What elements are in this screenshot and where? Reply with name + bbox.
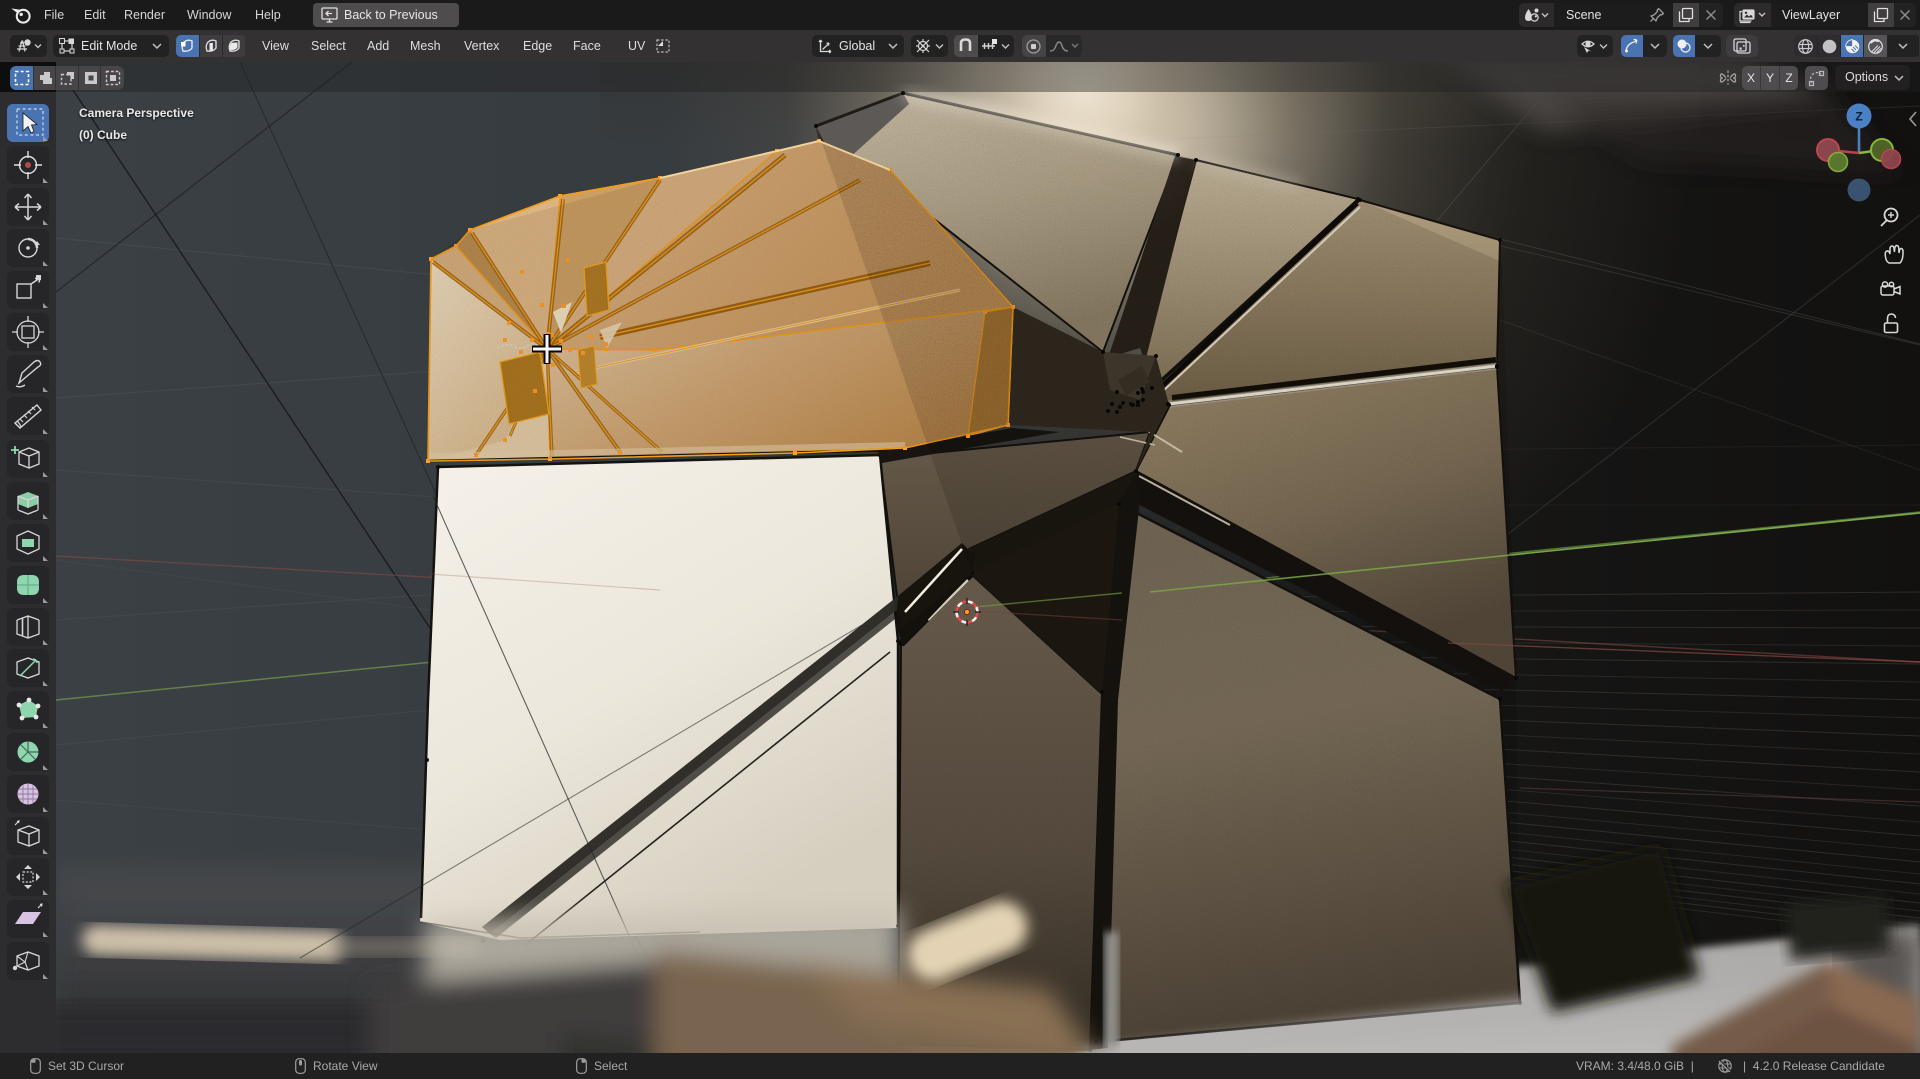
svg-text:Z: Z xyxy=(1855,110,1862,124)
